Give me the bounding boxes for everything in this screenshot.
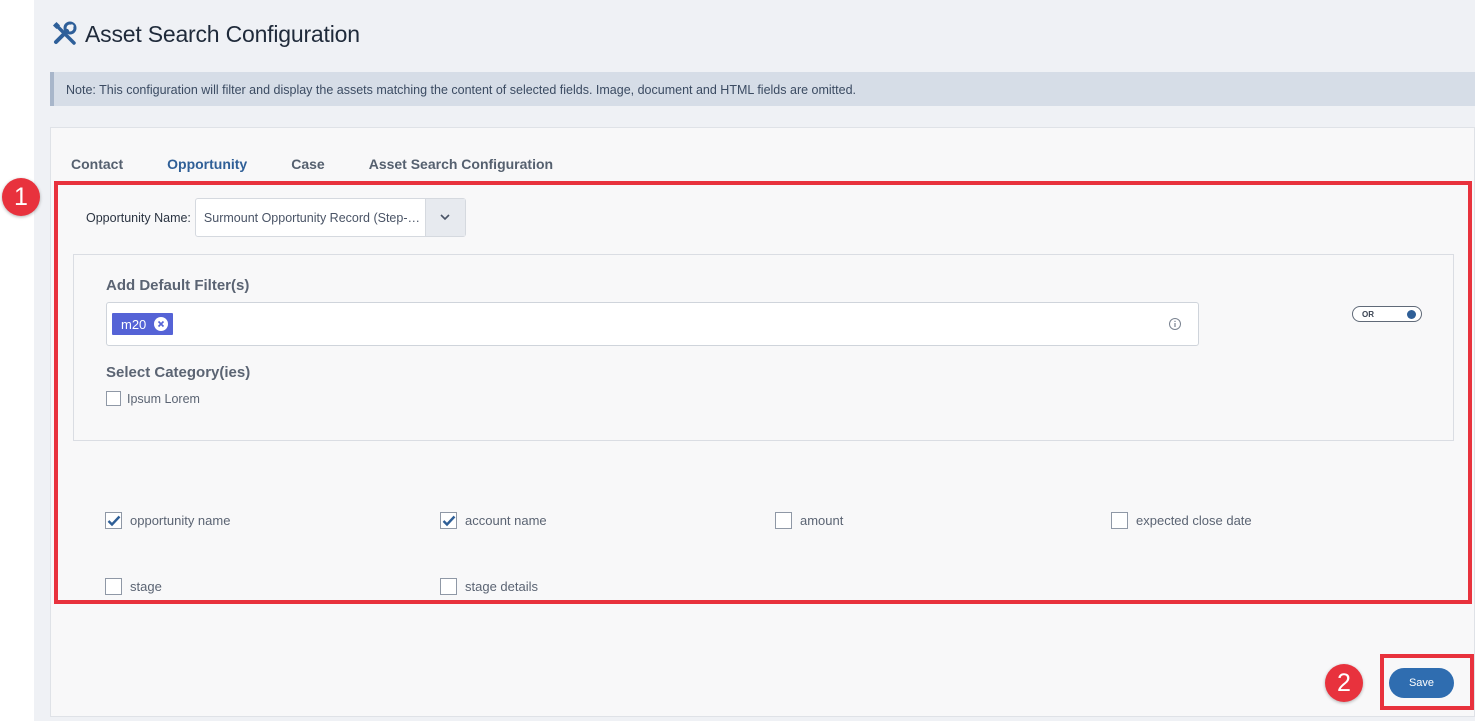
tab-bar: Contact Opportunity Case Asset Search Co…: [71, 156, 597, 172]
tools-icon: [52, 21, 78, 47]
title-row: Asset Search Configuration: [52, 18, 360, 50]
step-badge-1: 1: [2, 178, 40, 216]
highlight-box-step-1: [54, 181, 1472, 604]
note-banner: Note: This configuration will filter and…: [50, 72, 1475, 106]
step-badge-2: 2: [1325, 664, 1363, 702]
tab-case[interactable]: Case: [291, 156, 324, 172]
highlight-box-step-2: [1380, 654, 1474, 710]
tab-opportunity[interactable]: Opportunity: [167, 156, 247, 172]
left-margin: [0, 0, 34, 721]
tab-asset-search-configuration[interactable]: Asset Search Configuration: [369, 156, 553, 172]
page-title: Asset Search Configuration: [85, 20, 360, 47]
tab-contact[interactable]: Contact: [71, 156, 123, 172]
